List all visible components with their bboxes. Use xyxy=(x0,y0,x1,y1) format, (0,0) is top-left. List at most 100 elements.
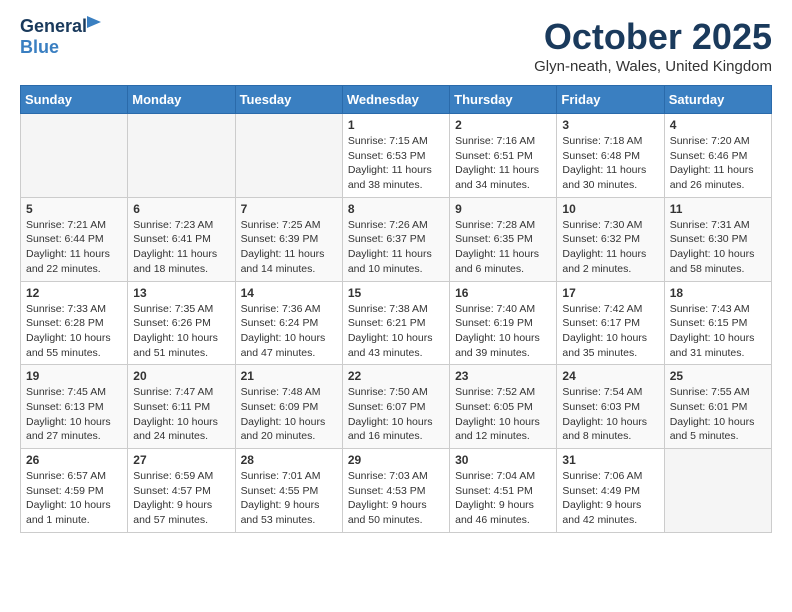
calendar-cell-w3-d4: 15 Sunrise: 7:38 AM Sunset: 6:21 PM Dayli… xyxy=(342,281,449,365)
day-info: Sunrise: 7:42 AM Sunset: 6:17 PM Dayligh… xyxy=(562,302,658,361)
day-number: 3 xyxy=(562,118,658,132)
calendar-cell-w1-d6: 3 Sunrise: 7:18 AM Sunset: 6:48 PM Daylig… xyxy=(557,114,664,198)
day-info: Sunrise: 7:18 AM Sunset: 6:48 PM Dayligh… xyxy=(562,134,658,193)
day-info: Sunrise: 7:21 AM Sunset: 6:44 PM Dayligh… xyxy=(26,218,122,277)
day-info: Sunrise: 7:25 AM Sunset: 6:39 PM Dayligh… xyxy=(241,218,337,277)
calendar-cell-w5-d1: 26Sunrise: 6:57 AM Sunset: 4:59 PM Dayli… xyxy=(21,449,128,533)
day-info: Sunrise: 7:28 AM Sunset: 6:35 PM Dayligh… xyxy=(455,218,551,277)
day-number: 7 xyxy=(241,202,337,216)
day-info: Sunrise: 7:43 AM Sunset: 6:15 PM Dayligh… xyxy=(670,302,766,361)
calendar-table: Sunday Monday Tuesday Wednesday Thursday… xyxy=(20,85,772,533)
day-number: 2 xyxy=(455,118,551,132)
day-number: 20 xyxy=(133,369,229,383)
calendar-cell-w1-d1 xyxy=(21,114,128,198)
calendar-cell-w1-d4: 1Sunrise: 7:15 AM Sunset: 6:53 PM Daylig… xyxy=(342,114,449,198)
day-number: 4 xyxy=(670,118,766,132)
day-number: 16 xyxy=(455,286,551,300)
day-info: Sunrise: 7:40 AM Sunset: 6:19 PM Dayligh… xyxy=(455,302,551,361)
day-number: 22 xyxy=(348,369,444,383)
day-info: Sunrise: 7:55 AM Sunset: 6:01 PM Dayligh… xyxy=(670,385,766,444)
calendar-cell-w4-d6: 24Sunrise: 7:54 AM Sunset: 6:03 PM Dayli… xyxy=(557,365,664,449)
logo-blue: Blue xyxy=(20,37,59,57)
day-info: Sunrise: 7:45 AM Sunset: 6:13 PM Dayligh… xyxy=(26,385,122,444)
calendar-cell-w5-d4: 29Sunrise: 7:03 AM Sunset: 4:53 PM Dayli… xyxy=(342,449,449,533)
calendar-cell-w2-d4: 8 Sunrise: 7:26 AM Sunset: 6:37 PM Daylig… xyxy=(342,197,449,281)
calendar-cell-w3-d3: 14Sunrise: 7:36 AM Sunset: 6:24 PM Dayli… xyxy=(235,281,342,365)
day-info: Sunrise: 7:52 AM Sunset: 6:05 PM Dayligh… xyxy=(455,385,551,444)
day-info: Sunrise: 7:48 AM Sunset: 6:09 PM Dayligh… xyxy=(241,385,337,444)
calendar-cell-w5-d3: 28Sunrise: 7:01 AM Sunset: 4:55 PM Dayli… xyxy=(235,449,342,533)
location: Glyn-neath, Wales, United Kingdom xyxy=(534,58,772,75)
header-friday: Friday xyxy=(557,86,664,114)
calendar-week-4: 19Sunrise: 7:45 AM Sunset: 6:13 PM Dayli… xyxy=(21,365,772,449)
calendar-cell-w2-d1: 5 Sunrise: 7:21 AM Sunset: 6:44 PM Daylig… xyxy=(21,197,128,281)
logo-arrow-icon xyxy=(87,16,101,28)
calendar-cell-w5-d2: 27 Sunrise: 6:59 AM Sunset: 4:57 PM Dayli… xyxy=(128,449,235,533)
calendar-cell-w1-d2 xyxy=(128,114,235,198)
page-container: General Blue October 2025 Glyn-neath, Wa… xyxy=(0,0,792,543)
day-number: 28 xyxy=(241,453,337,467)
day-info: Sunrise: 7:31 AM Sunset: 6:30 PM Dayligh… xyxy=(670,218,766,277)
calendar-week-3: 12Sunrise: 7:33 AM Sunset: 6:28 PM Dayli… xyxy=(21,281,772,365)
day-number: 25 xyxy=(670,369,766,383)
calendar-cell-w4-d4: 22 Sunrise: 7:50 AM Sunset: 6:07 PM Dayli… xyxy=(342,365,449,449)
day-number: 8 xyxy=(348,202,444,216)
calendar-cell-w2-d7: 11 Sunrise: 7:31 AM Sunset: 6:30 PM Dayli… xyxy=(664,197,771,281)
calendar-cell-w3-d1: 12Sunrise: 7:33 AM Sunset: 6:28 PM Dayli… xyxy=(21,281,128,365)
day-number: 26 xyxy=(26,453,122,467)
logo-general: General xyxy=(20,16,87,36)
day-info: Sunrise: 7:04 AM Sunset: 4:51 PM Dayligh… xyxy=(455,469,551,528)
day-number: 21 xyxy=(241,369,337,383)
day-info: Sunrise: 7:30 AM Sunset: 6:32 PM Dayligh… xyxy=(562,218,658,277)
day-info: Sunrise: 7:06 AM Sunset: 4:49 PM Dayligh… xyxy=(562,469,658,528)
day-info: Sunrise: 7:26 AM Sunset: 6:37 PM Dayligh… xyxy=(348,218,444,277)
calendar-cell-w4-d1: 19Sunrise: 7:45 AM Sunset: 6:13 PM Dayli… xyxy=(21,365,128,449)
calendar-cell-w3-d6: 17Sunrise: 7:42 AM Sunset: 6:17 PM Dayli… xyxy=(557,281,664,365)
day-number: 18 xyxy=(670,286,766,300)
month-title: October 2025 xyxy=(534,16,772,58)
calendar-cell-w5-d7 xyxy=(664,449,771,533)
day-info: Sunrise: 7:38 AM Sunset: 6:21 PM Dayligh… xyxy=(348,302,444,361)
day-number: 1 xyxy=(348,118,444,132)
day-number: 13 xyxy=(133,286,229,300)
day-info: Sunrise: 7:03 AM Sunset: 4:53 PM Dayligh… xyxy=(348,469,444,528)
day-info: Sunrise: 7:35 AM Sunset: 6:26 PM Dayligh… xyxy=(133,302,229,361)
header-wednesday: Wednesday xyxy=(342,86,449,114)
calendar-week-5: 26Sunrise: 6:57 AM Sunset: 4:59 PM Dayli… xyxy=(21,449,772,533)
calendar-cell-w4-d3: 21 Sunrise: 7:48 AM Sunset: 6:09 PM Dayli… xyxy=(235,365,342,449)
header-thursday: Thursday xyxy=(450,86,557,114)
logo: General Blue xyxy=(20,16,87,58)
day-info: Sunrise: 7:50 AM Sunset: 6:07 PM Dayligh… xyxy=(348,385,444,444)
day-number: 6 xyxy=(133,202,229,216)
calendar-cell-w3-d7: 18 Sunrise: 7:43 AM Sunset: 6:15 PM Dayli… xyxy=(664,281,771,365)
calendar-cell-w3-d5: 16 Sunrise: 7:40 AM Sunset: 6:19 PM Dayli… xyxy=(450,281,557,365)
day-number: 9 xyxy=(455,202,551,216)
day-info: Sunrise: 7:47 AM Sunset: 6:11 PM Dayligh… xyxy=(133,385,229,444)
header-tuesday: Tuesday xyxy=(235,86,342,114)
calendar-cell-w2-d3: 7 Sunrise: 7:25 AM Sunset: 6:39 PM Daylig… xyxy=(235,197,342,281)
day-number: 31 xyxy=(562,453,658,467)
day-number: 30 xyxy=(455,453,551,467)
day-info: Sunrise: 6:59 AM Sunset: 4:57 PM Dayligh… xyxy=(133,469,229,528)
day-number: 11 xyxy=(670,202,766,216)
calendar-cell-w5-d5: 30 Sunrise: 7:04 AM Sunset: 4:51 PM Dayli… xyxy=(450,449,557,533)
day-number: 5 xyxy=(26,202,122,216)
calendar-cell-w2-d6: 10Sunrise: 7:30 AM Sunset: 6:32 PM Dayli… xyxy=(557,197,664,281)
calendar-cell-w4-d7: 25 Sunrise: 7:55 AM Sunset: 6:01 PM Dayli… xyxy=(664,365,771,449)
day-number: 15 xyxy=(348,286,444,300)
calendar-cell-w1-d3 xyxy=(235,114,342,198)
header-monday: Monday xyxy=(128,86,235,114)
calendar-cell-w2-d2: 6 Sunrise: 7:23 AM Sunset: 6:41 PM Daylig… xyxy=(128,197,235,281)
day-number: 14 xyxy=(241,286,337,300)
calendar-header-row: Sunday Monday Tuesday Wednesday Thursday… xyxy=(21,86,772,114)
header-saturday: Saturday xyxy=(664,86,771,114)
calendar-cell-w3-d2: 13 Sunrise: 7:35 AM Sunset: 6:26 PM Dayli… xyxy=(128,281,235,365)
day-info: Sunrise: 7:54 AM Sunset: 6:03 PM Dayligh… xyxy=(562,385,658,444)
day-info: Sunrise: 7:23 AM Sunset: 6:41 PM Dayligh… xyxy=(133,218,229,277)
calendar-week-1: 1Sunrise: 7:15 AM Sunset: 6:53 PM Daylig… xyxy=(21,114,772,198)
header: General Blue October 2025 Glyn-neath, Wa… xyxy=(20,16,772,75)
day-number: 27 xyxy=(133,453,229,467)
calendar-cell-w4-d2: 20 Sunrise: 7:47 AM Sunset: 6:11 PM Dayli… xyxy=(128,365,235,449)
calendar-cell-w5-d6: 31 Sunrise: 7:06 AM Sunset: 4:49 PM Dayli… xyxy=(557,449,664,533)
calendar-cell-w4-d5: 23Sunrise: 7:52 AM Sunset: 6:05 PM Dayli… xyxy=(450,365,557,449)
